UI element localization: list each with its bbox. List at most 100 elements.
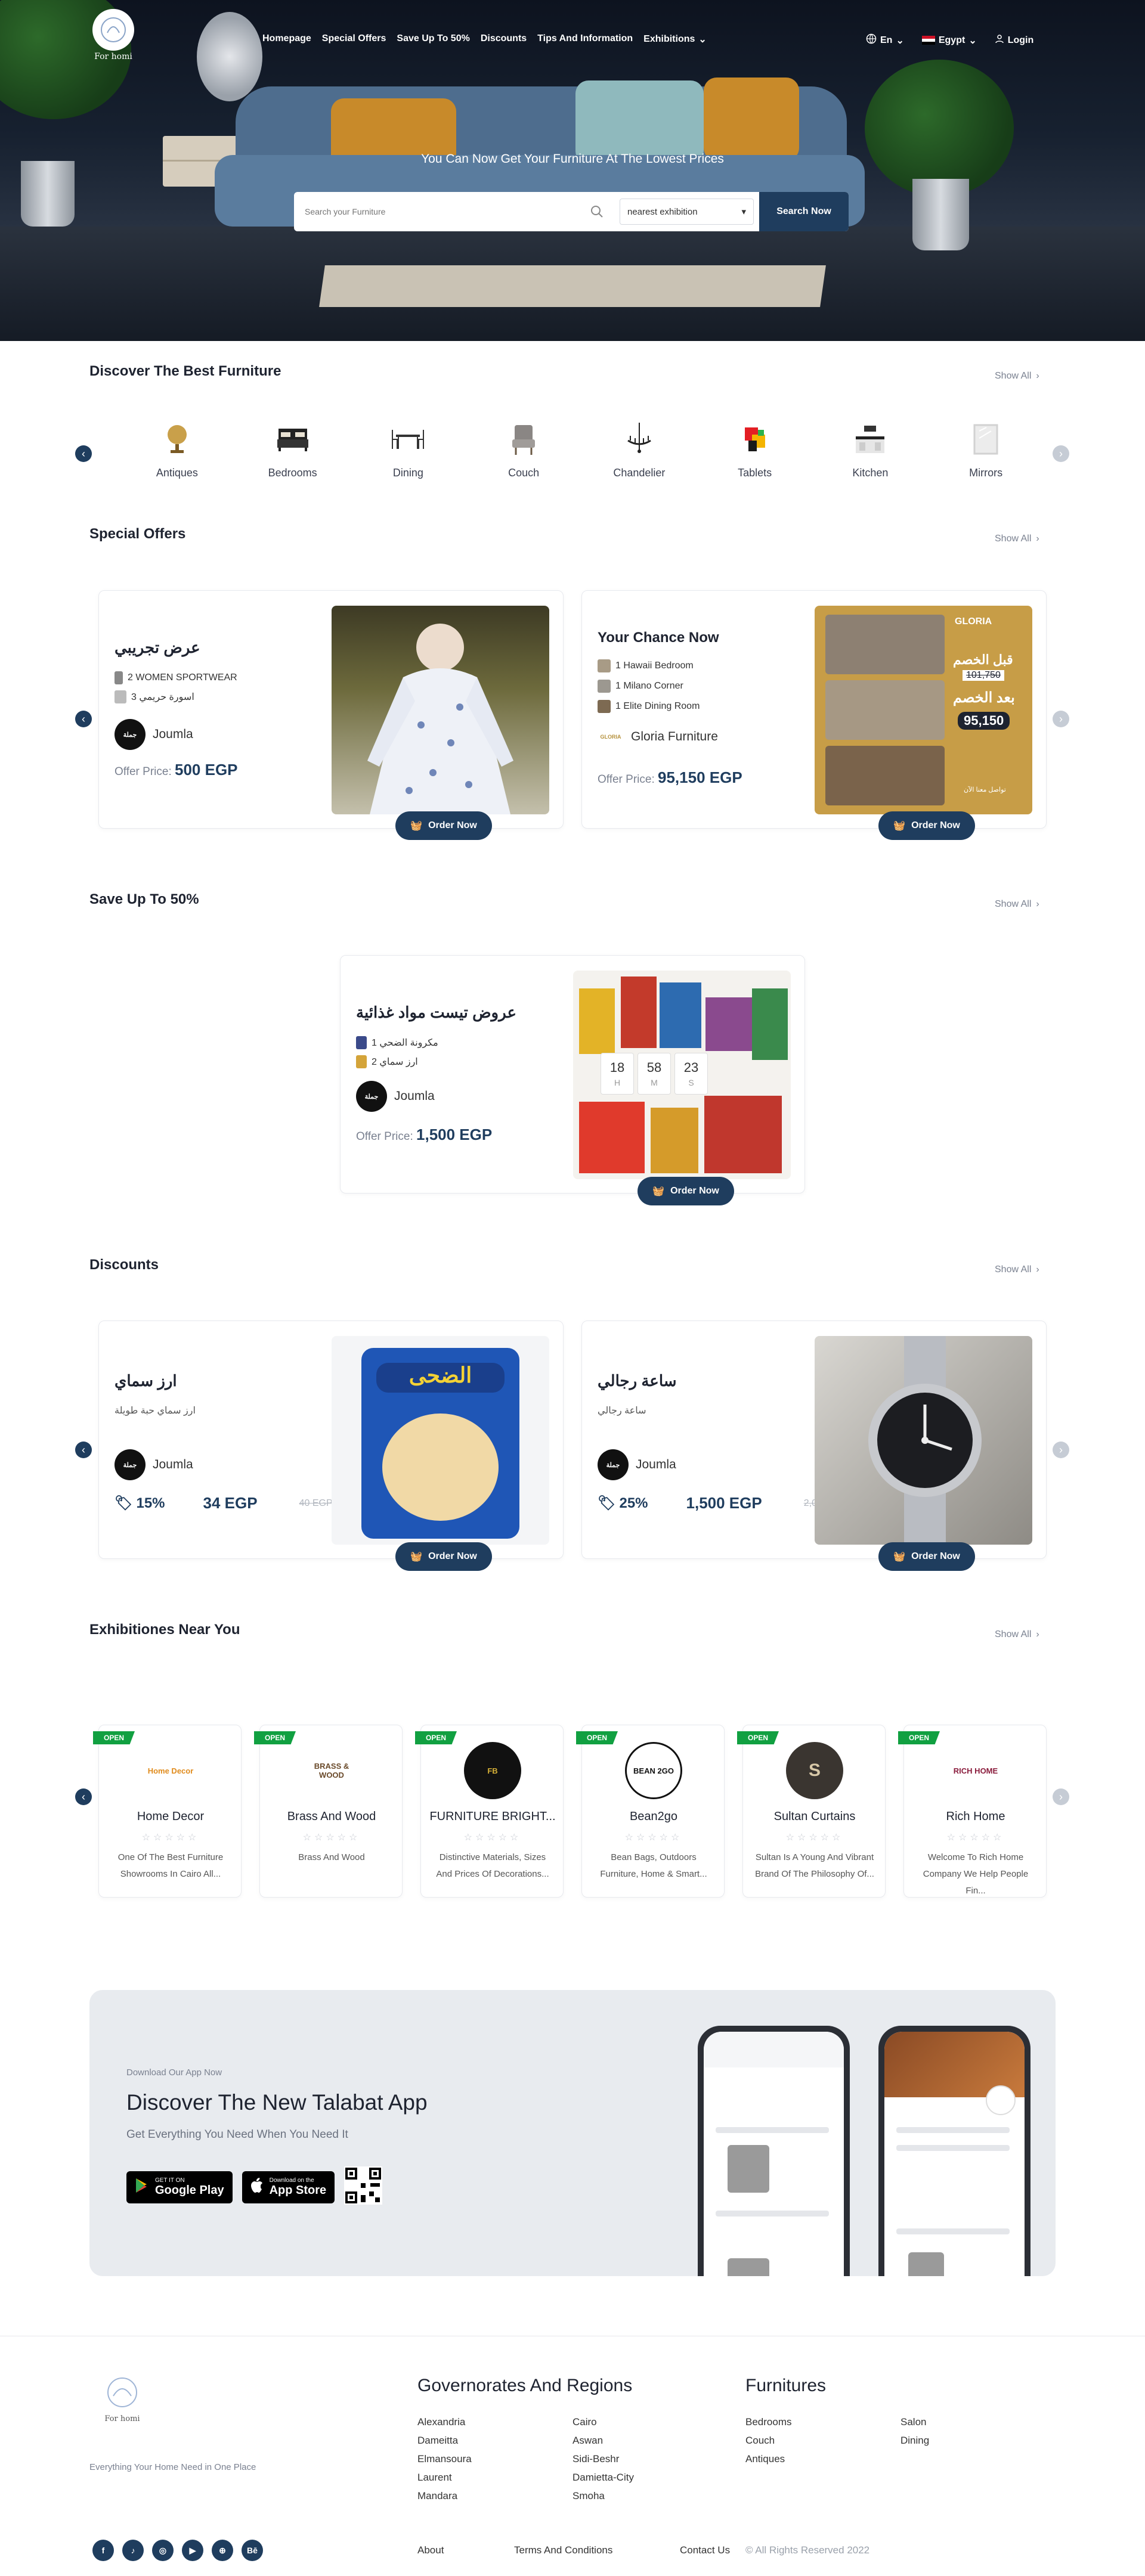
nav-exhibitions[interactable]: Exhibitions ⌄ [643, 33, 707, 45]
furniture-link[interactable]: Couch [745, 2435, 775, 2447]
order-now-button[interactable]: 🧺 Order Now [878, 1542, 975, 1571]
discount-card[interactable]: ساعة رجالي ساعة رجالي جملة Joumla 🏷 25% 1… [581, 1320, 1047, 1559]
discounts-next-arrow[interactable]: › [1053, 1442, 1069, 1458]
vendor[interactable]: جملة Joumla [598, 1449, 676, 1480]
category-dining[interactable]: Dining [351, 420, 466, 479]
nav-save-up[interactable]: Save Up To 50% [397, 33, 469, 45]
save-up-show-all[interactable]: Show All › [995, 899, 1039, 910]
footer-logo[interactable]: For homi [101, 2376, 143, 2423]
categories-show-all[interactable]: Show All › [995, 371, 1039, 382]
nav-tips[interactable]: Tips And Information [537, 33, 633, 45]
discounts-prev-arrow[interactable]: ‹ [75, 1442, 92, 1458]
dribbble-icon[interactable]: ⊕ [212, 2540, 233, 2561]
order-now-button[interactable]: 🧺 Order Now [395, 811, 492, 840]
save-card[interactable]: عروض تيست مواد غذائية 1 مكرونة الضحي 2 ا… [340, 955, 805, 1194]
discounts-title: Discounts [89, 1257, 159, 1273]
exhibition-logo: BEAN 2GO [625, 1742, 682, 1799]
furniture-link[interactable]: Dining [900, 2435, 929, 2447]
region-link[interactable]: Elmansoura [417, 2453, 472, 2465]
google-play-text: GET IT ON Google Play [155, 2177, 224, 2197]
vendor-logo: جملة [114, 719, 146, 750]
category-antiques[interactable]: Antiques [119, 420, 235, 479]
tag-icon: 🏷 [598, 1495, 616, 1511]
category-bedrooms[interactable]: Bedrooms [235, 420, 351, 479]
instagram-icon[interactable]: ◎ [152, 2540, 174, 2561]
exhibition-card[interactable]: OPEN BEAN 2GO Bean2go ☆☆☆☆☆ Bean Bags, O… [576, 1725, 725, 1898]
vendor[interactable]: GLORIA Gloria Furniture [598, 728, 718, 746]
discount-card[interactable]: ارز سماي ارز سماي حبة طويلة جملة Joumla … [98, 1320, 564, 1559]
login-link[interactable]: Login [995, 33, 1033, 47]
vendor[interactable]: جملة Joumla [114, 1449, 193, 1480]
product-thumb [598, 659, 611, 672]
phone-avatar [986, 2085, 1016, 2115]
contact-link[interactable]: Contact Us [680, 2544, 730, 2556]
order-now-button[interactable]: 🧺 Order Now [395, 1542, 492, 1571]
exhibitions-next-arrow[interactable]: › [1053, 1788, 1069, 1805]
region-link[interactable]: Smoha [572, 2490, 605, 2502]
region-link[interactable]: Damietta-City [572, 2472, 634, 2484]
category-kitchen[interactable]: Kitchen [813, 420, 929, 479]
facebook-icon[interactable]: f [92, 2540, 114, 2561]
offer-card[interactable]: Your Chance Now 1 Hawaii Bedroom 1 Milan… [581, 590, 1047, 829]
app-store-button[interactable]: Download on the App Store [242, 2171, 335, 2203]
region-link[interactable]: Sidi-Beshr [572, 2453, 619, 2465]
search-icon[interactable] [585, 205, 609, 218]
terms-link[interactable]: Terms And Conditions [514, 2544, 612, 2556]
region-link[interactable]: Laurent [417, 2472, 452, 2484]
order-now-button[interactable]: 🧺 Order Now [878, 811, 975, 840]
nav-exhibitions-label: Exhibitions [643, 34, 695, 44]
behance-icon[interactable]: Bē [242, 2540, 263, 2561]
order-now-button[interactable]: 🧺 Order Now [638, 1177, 734, 1205]
exhibition-card[interactable]: OPEN BRASS & WOOD Brass And Wood ☆☆☆☆☆ B… [254, 1725, 403, 1898]
tiktok-icon[interactable]: ♪ [122, 2540, 144, 2561]
logo[interactable]: For homi [89, 9, 137, 69]
language-select[interactable]: En ⌄ [866, 33, 904, 47]
offers-next-arrow[interactable]: › [1053, 711, 1069, 727]
vendor[interactable]: جملة Joumla [114, 719, 193, 750]
nav-discounts[interactable]: Discounts [481, 33, 527, 45]
exhibition-card[interactable]: OPEN RICH HOME Rich Home ☆☆☆☆☆ Welcome T… [898, 1725, 1047, 1898]
nav-special-offers[interactable]: Special Offers [322, 33, 386, 45]
exhibition-card[interactable]: OPEN FB FURNITURE BRIGHT... ☆☆☆☆☆ Distin… [415, 1725, 564, 1898]
region-link[interactable]: Alexandria [417, 2416, 465, 2428]
vendor[interactable]: جملة Joumla [356, 1081, 435, 1112]
app-store-big: App Store [269, 2183, 327, 2197]
exhibition-card[interactable]: OPEN S Sultan Curtains ☆☆☆☆☆ Sultan Is A… [737, 1725, 886, 1898]
google-play-button[interactable]: GET IT ON Google Play [126, 2171, 233, 2203]
offers-prev-arrow[interactable]: ‹ [75, 711, 92, 727]
special-offers-show-all[interactable]: Show All › [995, 534, 1039, 544]
exhibitions-prev-arrow[interactable]: ‹ [75, 1788, 92, 1805]
about-link[interactable]: About [417, 2544, 444, 2556]
nav-homepage[interactable]: Homepage [262, 33, 311, 45]
offer-card[interactable]: عرض تجريبي 2 WOMEN SPORTWEAR 3 اسورة حري… [98, 590, 564, 829]
search-input[interactable] [305, 207, 585, 216]
search-button[interactable]: Search Now [759, 192, 849, 231]
pot-left [21, 161, 75, 227]
country-select[interactable]: Egypt ⌄ [921, 33, 977, 47]
region-link[interactable]: Mandara [417, 2490, 457, 2502]
grocery-item [660, 982, 701, 1048]
discounts-show-all[interactable]: Show All › [995, 1264, 1039, 1275]
exhibitions-show-all[interactable]: Show All › [995, 1629, 1039, 1640]
exhibition-name: Sultan Curtains [773, 1810, 856, 1823]
region-link[interactable]: Aswan [572, 2435, 603, 2447]
category-chandelier[interactable]: Chandelier [581, 420, 697, 479]
exhibition-card[interactable]: OPEN Home Decor Home Decor ☆☆☆☆☆ One Of … [93, 1725, 242, 1898]
furniture-link[interactable]: Bedrooms [745, 2416, 791, 2428]
category-mirrors[interactable]: Mirrors [928, 420, 1044, 479]
region-link[interactable]: Cairo [572, 2416, 597, 2428]
main-nav: Homepage Special Offers Save Up To 50% D… [262, 33, 707, 45]
offer-price-label: Offer Price: [114, 765, 172, 778]
furniture-link[interactable]: Antiques [745, 2453, 785, 2465]
exhibition-select[interactable]: nearest exhibition ▾ [620, 199, 754, 225]
offer-title: عرض تجريبي [114, 638, 200, 656]
furniture-link[interactable]: Salon [900, 2416, 926, 2428]
categories-next-arrow[interactable]: › [1053, 445, 1069, 462]
category-couch[interactable]: Couch [466, 420, 581, 479]
youtube-icon[interactable]: ▶ [182, 2540, 203, 2561]
vendor-logo: جملة [356, 1081, 387, 1112]
region-link[interactable]: Dameitta [417, 2435, 458, 2447]
category-tablets[interactable]: Tablets [697, 420, 813, 479]
country-label: Egypt [938, 35, 965, 45]
categories-prev-arrow[interactable]: ‹ [75, 445, 92, 462]
